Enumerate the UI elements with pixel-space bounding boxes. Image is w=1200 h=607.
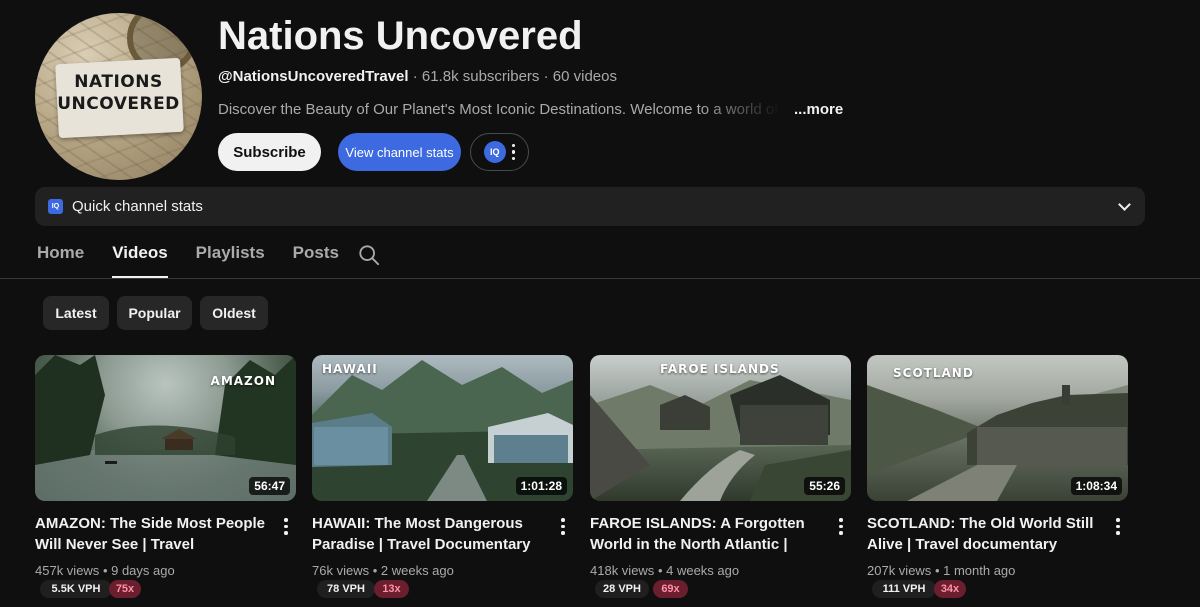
- more-vert-icon[interactable]: [284, 518, 288, 535]
- view-count: 207k views: [867, 563, 932, 578]
- video-title[interactable]: FAROE ISLANDS: A Forgotten World in the …: [590, 513, 830, 555]
- view-count: 457k views: [35, 563, 100, 578]
- iq-icon: IQ: [483, 141, 506, 163]
- vph-badge: 5.5K VPH: [40, 580, 112, 598]
- tab-playlists[interactable]: Playlists: [196, 243, 265, 279]
- quick-stats-label: Quick channel stats: [72, 198, 203, 215]
- video-thumbnail[interactable]: HAWAII 1:01:28: [312, 355, 573, 501]
- view-count: 418k views: [590, 563, 655, 578]
- thumbnail-caption: AMAZON: [210, 374, 276, 388]
- search-icon[interactable]: [358, 244, 380, 266]
- channel-handle[interactable]: @NationsUncoveredTravel: [218, 68, 409, 85]
- iq-menu-button[interactable]: IQ: [470, 133, 529, 171]
- upload-age: 1 month ago: [943, 563, 1016, 578]
- upload-age: 9 days ago: [111, 563, 175, 578]
- quick-channel-stats-bar[interactable]: IQ Quick channel stats: [35, 187, 1145, 226]
- video-thumbnail[interactable]: AMAZON 56:47: [35, 355, 296, 501]
- meta-separator: •: [657, 563, 667, 578]
- tab-posts[interactable]: Posts: [293, 243, 339, 279]
- tabs-divider: [0, 278, 1200, 279]
- meta-separator: ·: [543, 68, 549, 85]
- vph-badge: 111 VPH: [872, 580, 936, 598]
- chip-popular[interactable]: Popular: [117, 296, 192, 330]
- chip-latest[interactable]: Latest: [43, 296, 109, 330]
- meta-separator: ·: [412, 68, 418, 85]
- multiplier-badge: 34x: [934, 580, 966, 598]
- more-vert-icon[interactable]: [1116, 518, 1120, 535]
- upload-age: 4 weeks ago: [666, 563, 740, 578]
- upload-age: 2 weeks ago: [380, 563, 454, 578]
- multiplier-badge: 13x: [374, 580, 409, 598]
- channel-description[interactable]: Discover the Beauty of Our Planet's Most…: [218, 101, 778, 118]
- video-title[interactable]: AMAZON: The Side Most People Will Never …: [35, 513, 275, 555]
- subscribe-button[interactable]: Subscribe: [218, 133, 321, 171]
- description-fade: [700, 99, 780, 121]
- multiplier-badge: 69x: [653, 580, 688, 598]
- video-card[interactable]: FAROE ISLANDS 55:26 FAROE ISLANDS: A For…: [590, 355, 851, 607]
- avatar-logo-text: NATIONS UNCOVERED: [57, 72, 180, 114]
- vph-badge: 78 VPH: [317, 580, 375, 598]
- channel-meta: @NationsUncoveredTravel · 61.8k subscrib…: [218, 68, 617, 85]
- video-card[interactable]: AMAZON 56:47 AMAZON: The Side Most Peopl…: [35, 355, 296, 607]
- video-count: 60 videos: [552, 68, 617, 85]
- video-meta: 76k views • 2 weeks ago: [312, 563, 454, 578]
- video-thumbnail[interactable]: FAROE ISLANDS 55:26: [590, 355, 851, 501]
- meta-separator: •: [372, 563, 381, 578]
- video-duration: 55:26: [804, 477, 845, 495]
- video-title[interactable]: HAWAII: The Most Dangerous Paradise | Tr…: [312, 513, 552, 555]
- video-meta: 457k views • 9 days ago: [35, 563, 175, 578]
- channel-avatar[interactable]: NATIONS UNCOVERED: [35, 13, 202, 180]
- thumbnail-caption: FAROE ISLANDS: [660, 362, 780, 376]
- subscriber-count: 61.8k subscribers: [421, 68, 540, 85]
- video-meta: 418k views • 4 weeks ago: [590, 563, 739, 578]
- meta-separator: •: [102, 563, 112, 578]
- view-count: 76k views: [312, 563, 370, 578]
- channel-title: Nations Uncovered: [218, 14, 583, 58]
- tab-videos[interactable]: Videos: [112, 243, 169, 279]
- vph-badge: 28 VPH: [595, 580, 649, 598]
- iq-icon: IQ: [48, 199, 63, 214]
- video-card[interactable]: HAWAII 1:01:28 HAWAII: The Most Dangerou…: [312, 355, 573, 607]
- video-thumbnail[interactable]: SCOTLAND 1:08:34: [867, 355, 1128, 501]
- description-more-link[interactable]: ...more: [794, 101, 843, 118]
- video-duration: 1:01:28: [515, 477, 567, 495]
- channel-tabs: Home Videos Playlists Posts: [37, 243, 367, 279]
- video-card[interactable]: SCOTLAND 1:08:34 SCOTLAND: The Old World…: [867, 355, 1128, 607]
- multiplier-badge: 75x: [109, 580, 141, 598]
- thumbnail-caption: HAWAII: [322, 362, 378, 376]
- video-title[interactable]: SCOTLAND: The Old World Still Alive | Tr…: [867, 513, 1107, 555]
- chevron-down-icon[interactable]: [1118, 198, 1131, 211]
- chip-oldest[interactable]: Oldest: [200, 296, 268, 330]
- thumbnail-caption: SCOTLAND: [893, 366, 974, 380]
- view-channel-stats-button[interactable]: View channel stats: [338, 133, 461, 171]
- more-vert-icon[interactable]: [839, 518, 843, 535]
- video-meta: 207k views • 1 month ago: [867, 563, 1015, 578]
- video-duration: 1:08:34: [1070, 477, 1122, 495]
- video-duration: 56:47: [249, 477, 290, 495]
- tab-home[interactable]: Home: [37, 243, 84, 279]
- more-vert-icon[interactable]: [561, 518, 565, 535]
- meta-separator: •: [934, 563, 944, 578]
- more-vert-icon: [511, 143, 516, 161]
